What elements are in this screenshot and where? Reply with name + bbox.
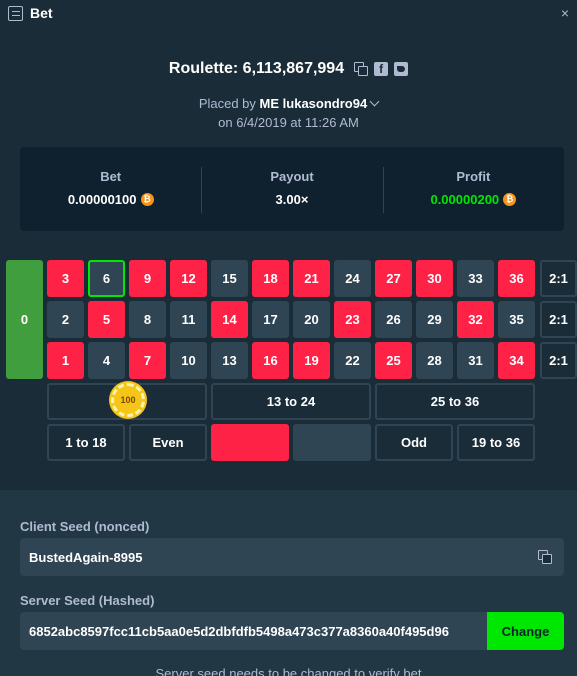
copy-icon[interactable]	[354, 62, 369, 76]
number-cell-19[interactable]: 19	[293, 342, 330, 379]
twitter-icon[interactable]	[394, 62, 409, 76]
bet-date: on 6/4/2019 at 11:26 AM	[218, 115, 359, 130]
number-cell-8[interactable]: 8	[129, 301, 166, 338]
payout-value: 3.00×	[275, 192, 309, 207]
change-seed-button[interactable]: Change	[487, 612, 564, 650]
number-cell-33[interactable]: 33	[457, 260, 494, 297]
number-cell-32[interactable]: 32	[457, 301, 494, 338]
bet-red[interactable]	[211, 424, 289, 461]
number-cell-24[interactable]: 24	[334, 260, 371, 297]
number-cell-7[interactable]: 7	[129, 342, 166, 379]
number-cell-30[interactable]: 30	[416, 260, 453, 297]
number-cell-28[interactable]: 28	[416, 342, 453, 379]
number-cell-12[interactable]: 12	[170, 260, 207, 297]
number-cell-27[interactable]: 27	[375, 260, 412, 297]
number-cell-36[interactable]: 36	[498, 260, 535, 297]
bitcoin-icon: ₿	[503, 193, 517, 206]
bet-value: 0.00000100	[67, 192, 137, 207]
game-title-row: Roulette: 6,113,867,994 f	[168, 60, 409, 78]
placed-prefix: Placed by	[198, 96, 256, 111]
user-badge: ME	[259, 96, 280, 111]
number-cell-1[interactable]: 1	[47, 342, 84, 379]
column-bet-2[interactable]: 2:1	[540, 301, 577, 338]
bitcoin-icon: ₿	[140, 193, 154, 206]
facebook-icon[interactable]: f	[374, 62, 389, 76]
bet-even[interactable]: Even	[129, 424, 207, 461]
window-titlebar: Bet ×	[0, 0, 577, 26]
number-cell-31[interactable]: 31	[457, 342, 494, 379]
profit-label: Profit	[456, 169, 491, 184]
server-seed-value: 6852abc8597fcc11cb5aa0e5d2dbfdfb5498a473…	[29, 623, 449, 639]
client-seed-value: BustedAgain-8995	[29, 549, 143, 565]
bet-black[interactable]	[293, 424, 371, 461]
server-seed-label: Server Seed (Hashed)	[20, 593, 155, 608]
number-cell-29[interactable]: 29	[416, 301, 453, 338]
number-cell-23[interactable]: 23	[334, 301, 371, 338]
close-icon[interactable]: ×	[561, 5, 569, 21]
number-cell-3[interactable]: 3	[47, 260, 84, 297]
number-cell-14[interactable]: 14	[211, 301, 248, 338]
profit-stat: Profit 0.00000200 ₿	[382, 167, 564, 213]
server-seed-field[interactable]: 6852abc8597fcc11cb5aa0e5d2dbfdfb5498a473…	[20, 612, 487, 650]
number-cell-9[interactable]: 9	[129, 260, 166, 297]
number-cell-17[interactable]: 17	[252, 301, 289, 338]
number-cell-5[interactable]: 5	[88, 301, 125, 338]
number-cell-6[interactable]: 6	[88, 260, 125, 297]
bet-stat: Bet 0.00000100 ₿	[20, 169, 201, 209]
number-cell-11[interactable]: 11	[170, 301, 207, 338]
client-seed-field[interactable]: BustedAgain-8995	[20, 538, 564, 576]
number-cell-2[interactable]: 2	[47, 301, 84, 338]
number-cell-21[interactable]: 21	[293, 260, 330, 297]
verify-note: Server seed needs to be changed to verif…	[155, 666, 422, 676]
bet-label: Bet	[100, 169, 122, 184]
number-cell-20[interactable]: 20	[293, 301, 330, 338]
copy-icon[interactable]	[538, 550, 552, 564]
profit-value: 0.00000200	[430, 192, 500, 207]
number-cell-15[interactable]: 15	[211, 260, 248, 297]
column-bet-1[interactable]: 2:1	[540, 260, 577, 297]
bet-stats-panel: Bet 0.00000100 ₿ Payout 3.00× Profit 0.0…	[20, 147, 564, 231]
game-title: Roulette: 6,113,867,994	[168, 60, 345, 77]
placed-by: Placed by ME lukasondro94 on 6/4/2019 at…	[0, 94, 577, 132]
client-seed-label: Client Seed (nonced)	[20, 519, 150, 534]
roulette-board: 0 3 6 9 12 15 18 21 24 27 30 33 36 2 5 8 11 14 17 20 23 26 29 3…	[0, 258, 577, 463]
number-cell-18[interactable]: 18	[252, 260, 289, 297]
number-cell-16[interactable]: 16	[252, 342, 289, 379]
payout-label: Payout	[270, 169, 314, 184]
column-bet-3[interactable]: 2:1	[540, 342, 577, 379]
profit-value-row: 0.00000200 ₿	[430, 192, 517, 207]
number-cell-35[interactable]: 35	[498, 301, 535, 338]
bet-odd[interactable]: Odd	[375, 424, 453, 461]
number-cell-0[interactable]: 0	[6, 260, 43, 379]
chevron-down-icon[interactable]	[369, 96, 380, 107]
username-link[interactable]: lukasondro94	[283, 96, 368, 111]
window-title: Bet	[30, 5, 53, 21]
dozen-bet-3[interactable]: 25 to 36	[375, 383, 535, 420]
number-cell-22[interactable]: 22	[334, 342, 371, 379]
number-cell-25[interactable]: 25	[375, 342, 412, 379]
bet-header: Roulette: 6,113,867,994 f	[0, 60, 577, 78]
dozen-bet-2[interactable]: 13 to 24	[211, 383, 371, 420]
bet-chip: 100	[111, 383, 145, 417]
bet-19-to-36[interactable]: 19 to 36	[457, 424, 535, 461]
number-cell-26[interactable]: 26	[375, 301, 412, 338]
number-cell-10[interactable]: 10	[170, 342, 207, 379]
number-cell-34[interactable]: 34	[498, 342, 535, 379]
number-cell-13[interactable]: 13	[211, 342, 248, 379]
bet-1-to-18[interactable]: 1 to 18	[47, 424, 125, 461]
number-cell-4[interactable]: 4	[88, 342, 125, 379]
payout-stat: Payout 3.00×	[201, 167, 382, 213]
seeds-section: Client Seed (nonced) BustedAgain-8995 Se…	[0, 490, 577, 676]
bet-value-row: 0.00000100 ₿	[68, 192, 154, 207]
bet-list-icon	[8, 5, 23, 21]
